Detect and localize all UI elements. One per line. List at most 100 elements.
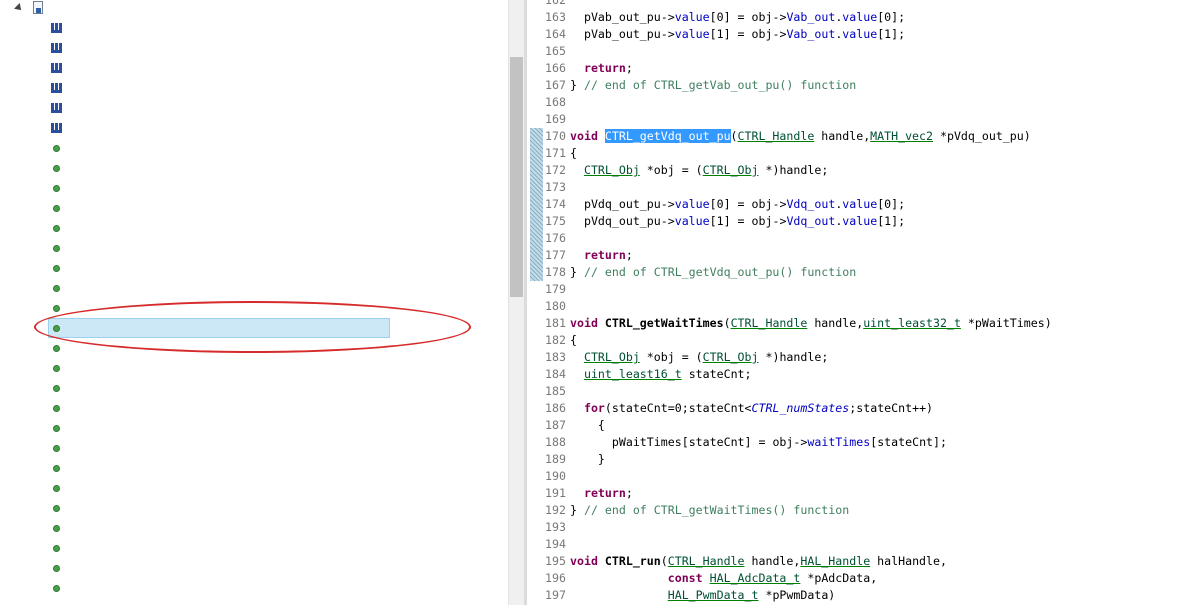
outline-function-item[interactable] (0, 358, 508, 378)
outline-include-item[interactable] (0, 18, 508, 38)
public-function-icon (53, 585, 60, 592)
outline-function-item[interactable] (0, 298, 508, 318)
line-number: 166 (545, 61, 566, 75)
public-function-icon (53, 405, 60, 412)
code-line[interactable]: 177 return; (527, 247, 1185, 264)
outline-function-item[interactable] (0, 518, 508, 538)
line-number: 185 (545, 384, 566, 398)
outline-function-item[interactable] (0, 258, 508, 278)
code-line[interactable]: 197 HAL_PwmData_t *pPwmData) (527, 587, 1185, 604)
code-line[interactable]: 164 pVab_out_pu->value[1] = obj->Vab_out… (527, 26, 1185, 43)
line-number: 191 (545, 486, 566, 500)
outline-include-item[interactable] (0, 58, 508, 78)
code-line[interactable]: 171 { (527, 145, 1185, 162)
code-line[interactable]: 169 (527, 111, 1185, 128)
code-line[interactable]: 176 (527, 230, 1185, 247)
code-line[interactable]: 187 { (527, 417, 1185, 434)
code-line[interactable]: 180 (527, 298, 1185, 315)
outline-include-item[interactable] (0, 98, 508, 118)
code-text: CTRL_Obj *obj = (CTRL_Obj *)handle; (583, 350, 829, 364)
change-marker (530, 230, 543, 247)
line-number: 187 (545, 418, 566, 432)
change-marker (530, 145, 543, 162)
code-line[interactable]: 166 return; (527, 60, 1185, 77)
outline-function-item[interactable] (0, 198, 508, 218)
code-text: } // end of CTRL_getWaitTimes() function (570, 503, 850, 517)
outline-function-item[interactable] (0, 418, 508, 438)
outline-include-item[interactable] (0, 38, 508, 58)
code-line[interactable]: 170 void CTRL_getVdq_out_pu(CTRL_Handle h… (527, 128, 1185, 145)
outline-function-item[interactable] (0, 158, 508, 178)
outline-function-item[interactable] (0, 438, 508, 458)
code-line[interactable]: 182 { (527, 332, 1185, 349)
code-line[interactable]: 173 (527, 179, 1185, 196)
outline-root-file[interactable] (0, 0, 508, 18)
code-line[interactable]: 188 pWaitTimes[stateCnt] = obj->waitTime… (527, 434, 1185, 451)
public-function-icon (53, 485, 60, 492)
change-marker (530, 128, 543, 145)
code-line[interactable]: 179 (527, 281, 1185, 298)
code-line[interactable]: 195 void CTRL_run(CTRL_Handle handle,HAL_… (527, 553, 1185, 570)
line-number: 175 (545, 214, 566, 228)
code-line[interactable]: 184 uint_least16_t stateCnt; (527, 366, 1185, 383)
code-line[interactable]: 189 } (527, 451, 1185, 468)
code-line[interactable]: 186 for(stateCnt=0;stateCnt<CTRL_numStat… (527, 400, 1185, 417)
outline-function-item[interactable] (0, 578, 508, 598)
outline-function-item[interactable] (0, 398, 508, 418)
public-function-icon (53, 205, 60, 212)
outline-function-item[interactable] (0, 538, 508, 558)
outline-function-item[interactable] (0, 458, 508, 478)
code-line[interactable]: 175 pVdq_out_pu->value[1] = obj->Vdq_out… (527, 213, 1185, 230)
code-line[interactable]: 196 const HAL_AdcData_t *pAdcData, (527, 570, 1185, 587)
line-number: 171 (545, 146, 566, 160)
outline-function-item[interactable] (0, 598, 508, 605)
line-number: 193 (545, 520, 566, 534)
outline-function-item[interactable] (0, 338, 508, 358)
outline-scrollbar[interactable] (508, 0, 524, 605)
outline-scrollbar-thumb[interactable] (510, 57, 523, 297)
code-line[interactable]: 183 CTRL_Obj *obj = (CTRL_Obj *)handle; (527, 349, 1185, 366)
outline-function-item[interactable] (0, 278, 508, 298)
public-function-icon (53, 565, 60, 572)
code-line[interactable]: 192} // end of CTRL_getWaitTimes() funct… (527, 502, 1185, 519)
code-line[interactable]: 172 CTRL_Obj *obj = (CTRL_Obj *)handle; (527, 162, 1185, 179)
include-icon (51, 123, 62, 133)
outline-function-item[interactable] (0, 558, 508, 578)
change-marker (530, 247, 543, 264)
public-function-icon (53, 265, 60, 272)
code-line[interactable]: 191 return; (527, 485, 1185, 502)
line-number: 174 (545, 197, 566, 211)
code-line[interactable]: 165 (527, 43, 1185, 60)
code-line[interactable]: 162 (527, 0, 1185, 9)
public-function-icon (53, 165, 60, 172)
line-number: 176 (545, 231, 566, 245)
outline-function-item[interactable] (0, 218, 508, 238)
line-number: 196 (545, 571, 566, 585)
expand-toggle-icon[interactable] (14, 3, 24, 13)
code-line[interactable]: 193 (527, 519, 1185, 536)
outline-function-item[interactable] (0, 138, 508, 158)
code-line[interactable]: 181 void CTRL_getWaitTimes(CTRL_Handle ha… (527, 315, 1185, 332)
outline-function-item[interactable] (0, 478, 508, 498)
code-line[interactable]: 168 (527, 94, 1185, 111)
outline-function-item[interactable] (0, 238, 508, 258)
code-text: return; (583, 61, 633, 75)
code-line[interactable]: 194 (527, 536, 1185, 553)
code-line[interactable]: 163 pVab_out_pu->value[0] = obj->Vab_out… (527, 9, 1185, 26)
outline-include-item[interactable] (0, 118, 508, 138)
include-icon (51, 43, 62, 53)
outline-function-item-selected[interactable] (0, 318, 508, 338)
outline-function-item[interactable] (0, 378, 508, 398)
code-editor[interactable]: 162 163 pVab_out_pu->value[0] = obj->Vab_… (527, 0, 1185, 605)
code-text: pVdq_out_pu->value[1] = obj->Vdq_out.val… (583, 214, 906, 228)
code-text: for(stateCnt=0;stateCnt<CTRL_numStates;s… (583, 401, 934, 415)
code-line[interactable]: 178} // end of CTRL_getVdq_out_pu() func… (527, 264, 1185, 281)
outline-include-item[interactable] (0, 78, 508, 98)
outline-function-item[interactable] (0, 498, 508, 518)
code-line[interactable]: 174 pVdq_out_pu->value[0] = obj->Vdq_out… (527, 196, 1185, 213)
code-line[interactable]: 185 (527, 383, 1185, 400)
code-line[interactable]: 190 (527, 468, 1185, 485)
code-text: void CTRL_run(CTRL_Handle handle,HAL_Han… (570, 554, 947, 568)
code-line[interactable]: 167} // end of CTRL_getVab_out_pu() func… (527, 77, 1185, 94)
outline-function-item[interactable] (0, 178, 508, 198)
